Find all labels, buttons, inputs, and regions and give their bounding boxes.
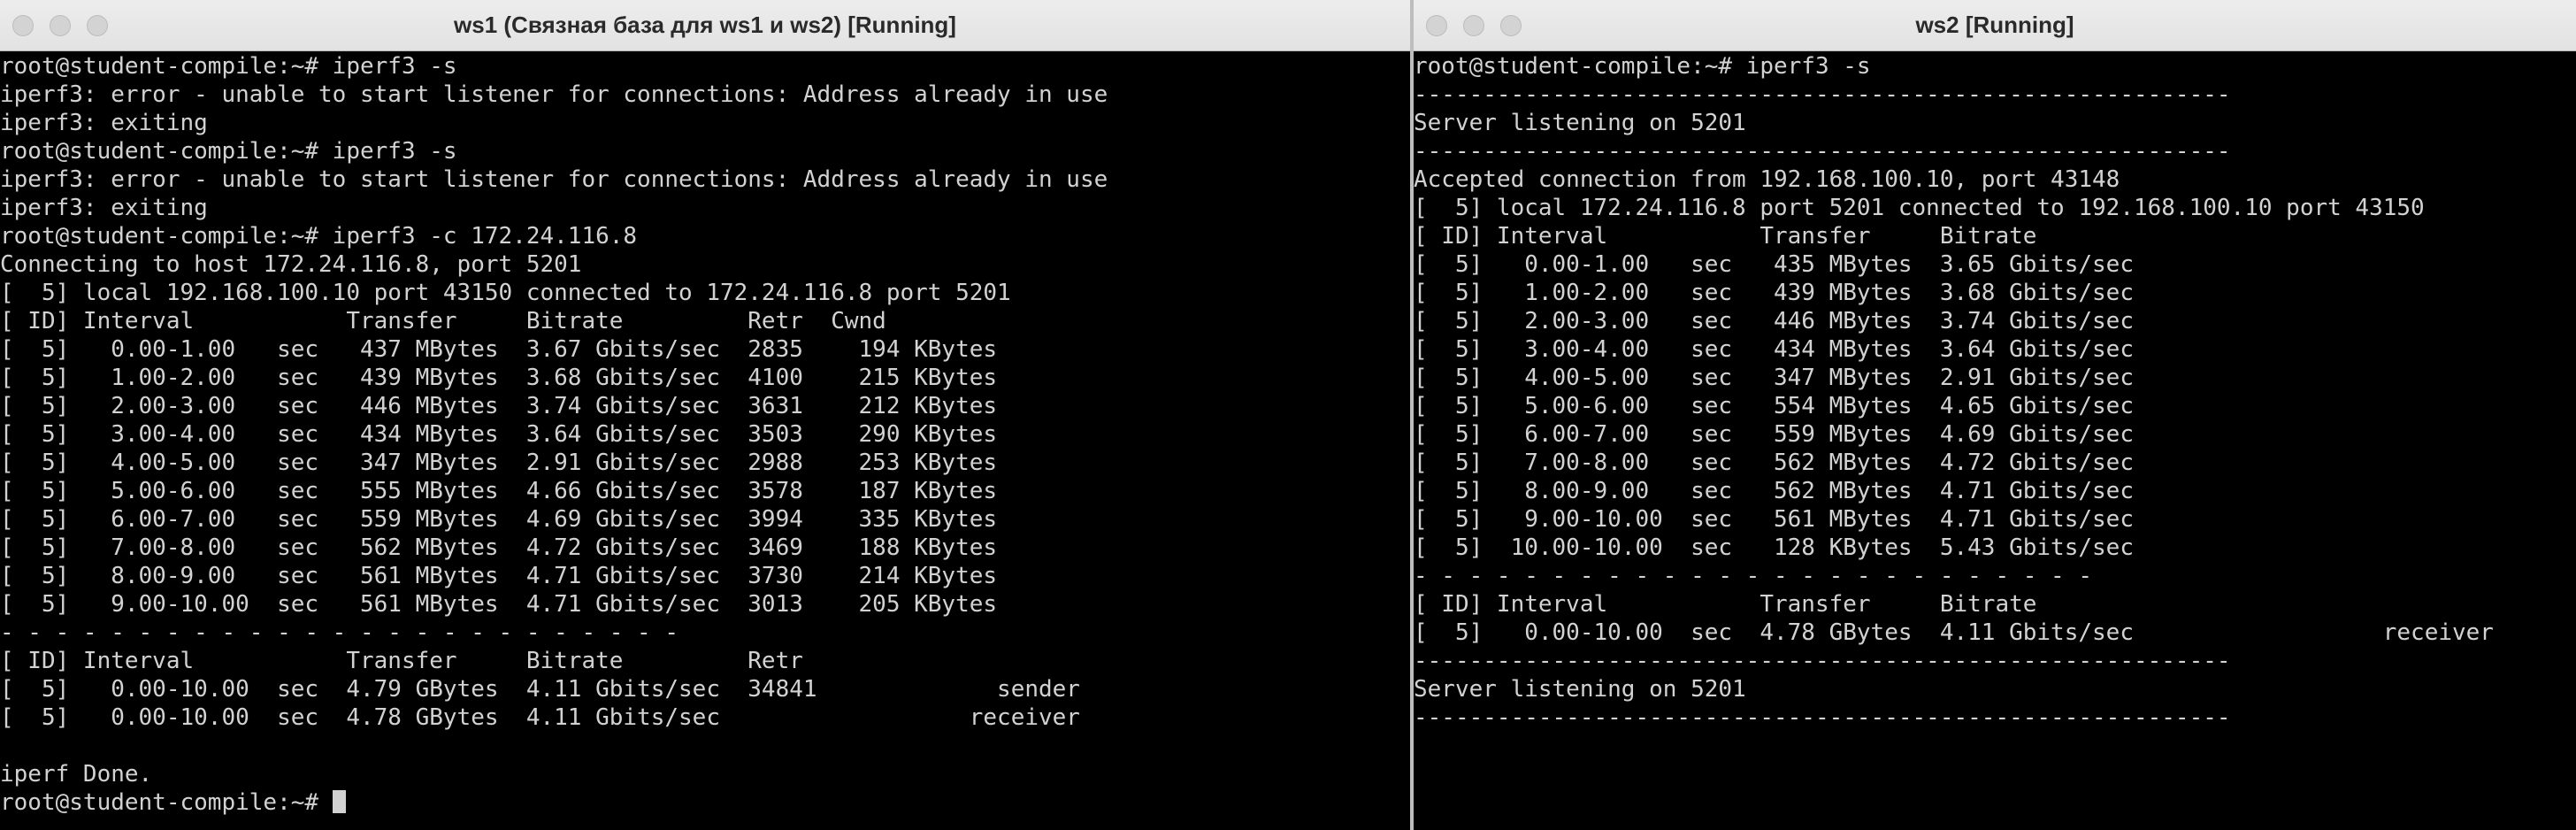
terminal-line: [ 5] 10.00-10.00 sec 128 KBytes 5.43 Gbi… — [1414, 534, 2134, 561]
terminal-line: Server listening on 5201 — [1414, 676, 1746, 703]
terminal-line: [ 5] 3.00-4.00 sec 434 MBytes 3.64 Gbits… — [0, 421, 998, 448]
terminal-line: [ 5] local 172.24.116.8 port 5201 connec… — [1414, 195, 2425, 221]
terminal-line: [ 5] 8.00-9.00 sec 562 MBytes 4.71 Gbits… — [1414, 478, 2134, 504]
terminal-line: [ 5] 9.00-10.00 sec 561 MBytes 4.71 Gbit… — [0, 591, 998, 618]
terminal-line: [ 5] 3.00-4.00 sec 434 MBytes 3.64 Gbits… — [1414, 336, 2134, 363]
terminal-output[interactable]: root@student-compile:~# iperf3 -s iperf3:… — [0, 52, 1410, 830]
terminal-line: [ 5] 4.00-5.00 sec 347 MBytes 2.91 Gbits… — [0, 450, 998, 476]
terminal-line: [ 5] 1.00-2.00 sec 439 MBytes 3.68 Gbits… — [1414, 280, 2134, 306]
terminal-line: ----------------------------------------… — [1414, 704, 2231, 731]
terminal-line: [ 5] 5.00-6.00 sec 555 MBytes 4.66 Gbits… — [0, 478, 998, 504]
terminal-line: [ 5] 5.00-6.00 sec 554 MBytes 4.65 Gbits… — [1414, 393, 2134, 419]
terminal-line: [ 5] 1.00-2.00 sec 439 MBytes 3.68 Gbits… — [0, 365, 998, 391]
terminal-line: [ 5] 0.00-10.00 sec 4.78 GBytes 4.11 Gbi… — [0, 704, 1080, 731]
title-bar[interactable]: ws1 (Связная база для ws1 и ws2) [Runnin… — [0, 0, 1410, 51]
terminal-line: [ 5] 9.00-10.00 sec 561 MBytes 4.71 Gbit… — [1414, 506, 2134, 533]
terminal-line: iperf3: exiting — [0, 110, 208, 136]
terminal-line: - - - - - - - - - - - - - - - - - - - - … — [0, 619, 679, 646]
terminal-line: Server listening on 5201 — [1414, 110, 1746, 136]
terminal-line: ----------------------------------------… — [1414, 138, 2231, 165]
terminal-line: [ 5] 2.00-3.00 sec 446 MBytes 3.74 Gbits… — [0, 393, 998, 419]
terminal-line: root@student-compile:~# iperf3 -s — [0, 53, 457, 80]
vm-window-ws2[interactable]: ws2 [Running] root@student-compile:~# ip… — [1414, 0, 2576, 830]
terminal-line: [ 5] 7.00-8.00 sec 562 MBytes 4.72 Gbits… — [0, 534, 998, 561]
terminal-output[interactable]: root@student-compile:~# iperf3 -s -------… — [1414, 52, 2576, 830]
terminal-line: iperf3: error - unable to start listener… — [0, 81, 1108, 108]
terminal-line: ----------------------------------------… — [1414, 648, 2231, 674]
terminal-line: iperf3: error - unable to start listener… — [0, 166, 1108, 193]
vm-window-ws1[interactable]: ws1 (Связная база для ws1 и ws2) [Runnin… — [0, 0, 1410, 830]
cursor — [332, 790, 346, 813]
terminal-line: root@student-compile:~# — [0, 788, 1410, 817]
title-bar[interactable]: ws2 [Running] — [1414, 0, 2576, 51]
terminal-line: root@student-compile:~# iperf3 -c 172.24… — [0, 223, 638, 250]
terminal-line: root@student-compile:~# iperf3 -s — [0, 138, 457, 165]
terminal-line: [ 5] 6.00-7.00 sec 559 MBytes 4.69 Gbits… — [1414, 421, 2134, 448]
terminal-line: [ 5] 0.00-10.00 sec 4.79 GBytes 4.11 Gbi… — [0, 676, 1080, 703]
terminal-line: [ 5] 8.00-9.00 sec 561 MBytes 4.71 Gbits… — [0, 563, 998, 589]
terminal-line: - - - - - - - - - - - - - - - - - - - - … — [1414, 563, 2093, 589]
terminal-line: [ 5] 0.00-1.00 sec 437 MBytes 3.67 Gbits… — [0, 336, 998, 363]
terminal-line: [ 5] 6.00-7.00 sec 559 MBytes 4.69 Gbits… — [0, 506, 998, 533]
terminal-line: iperf3: exiting — [0, 195, 208, 221]
terminal-line: Connecting to host 172.24.116.8, port 52… — [0, 251, 582, 278]
terminal-line: ----------------------------------------… — [1414, 81, 2231, 108]
terminal-line: [ ID] Interval Transfer Bitrate — [1414, 223, 2037, 250]
terminal-line: [ 5] 0.00-1.00 sec 435 MBytes 3.65 Gbits… — [1414, 251, 2134, 278]
window-title: ws1 (Связная база для ws1 и ws2) [Runnin… — [454, 12, 956, 38]
terminal-line: [ ID] Interval Transfer Bitrate Retr Cwn… — [0, 308, 886, 334]
terminal-line: iperf Done. — [0, 761, 153, 788]
terminal-line: [ 5] local 192.168.100.10 port 43150 con… — [0, 280, 1011, 306]
terminal-line: [ ID] Interval Transfer Bitrate — [1414, 591, 2037, 618]
terminal-line: [ 5] 0.00-10.00 sec 4.78 GBytes 4.11 Gbi… — [1414, 619, 2494, 646]
terminal-line: [ 5] 2.00-3.00 sec 446 MBytes 3.74 Gbits… — [1414, 308, 2134, 334]
window-title: ws2 [Running] — [1915, 12, 2074, 38]
terminal-line: [ 5] 4.00-5.00 sec 347 MBytes 2.91 Gbits… — [1414, 365, 2134, 391]
terminal-line: root@student-compile:~# iperf3 -s — [1414, 53, 1871, 80]
terminal-line: [ 5] 7.00-8.00 sec 562 MBytes 4.72 Gbits… — [1414, 450, 2134, 476]
terminal-line: [ ID] Interval Transfer Bitrate Retr — [0, 648, 803, 674]
terminal-line: Accepted connection from 192.168.100.10,… — [1414, 166, 2120, 193]
